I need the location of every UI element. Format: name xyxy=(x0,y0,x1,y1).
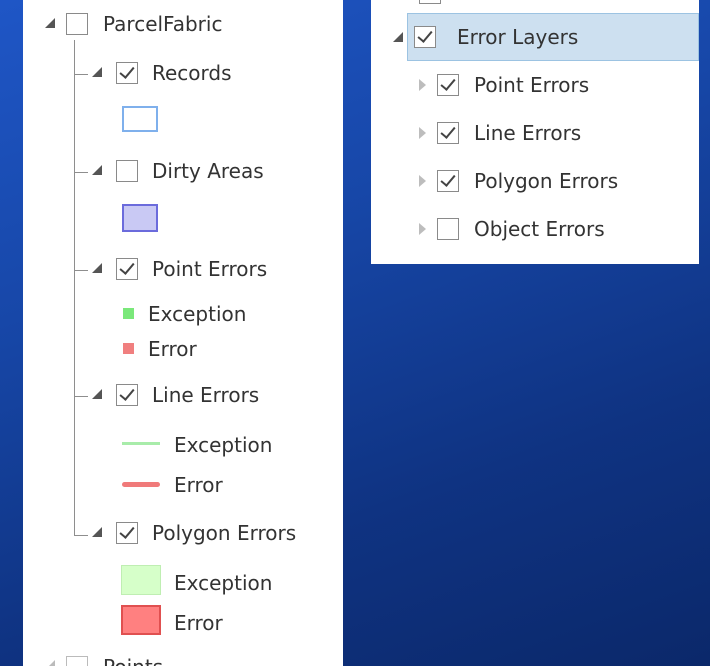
expand-arrow-icon[interactable] xyxy=(419,223,426,235)
collapse-arrow-icon[interactable] xyxy=(92,263,102,273)
collapse-arrow-icon[interactable] xyxy=(45,660,55,666)
point-errors-visibility-checkbox[interactable] xyxy=(116,258,138,280)
legend-label: Error xyxy=(148,337,197,361)
layer-label: Polygon Errors xyxy=(152,521,297,545)
layer-label: Points xyxy=(103,655,163,666)
tree-connector-vertical xyxy=(74,40,75,536)
line-stroke-symbol-icon xyxy=(122,482,160,487)
line-errors-visibility-checkbox[interactable] xyxy=(437,122,459,144)
polygon-fill-symbol-icon xyxy=(121,565,161,595)
parcelfabric-visibility-checkbox[interactable] xyxy=(66,13,88,35)
error-layers-visibility-checkbox[interactable] xyxy=(414,26,436,48)
layer-label: Polygon Errors xyxy=(474,169,619,193)
records-outline-symbol-icon xyxy=(122,106,158,132)
line-stroke-symbol-icon xyxy=(122,442,160,445)
expand-arrow-icon[interactable] xyxy=(419,79,426,91)
dirty-areas-fill-symbol-icon xyxy=(122,204,158,232)
collapse-arrow-icon[interactable] xyxy=(393,32,403,42)
collapse-arrow-icon[interactable] xyxy=(92,165,102,175)
tree-connector-branch xyxy=(74,270,88,271)
line-errors-visibility-checkbox[interactable] xyxy=(116,384,138,406)
polygon-errors-visibility-checkbox[interactable] xyxy=(116,522,138,544)
layer-label: Line Errors xyxy=(474,121,582,145)
layer-label: Point Errors xyxy=(152,257,268,281)
polygon-errors-visibility-checkbox[interactable] xyxy=(437,170,459,192)
collapse-arrow-icon[interactable] xyxy=(92,389,102,399)
dirty-areas-visibility-checkbox[interactable] xyxy=(116,160,138,182)
point-square-symbol-icon xyxy=(123,308,134,319)
scrolled-row-edge xyxy=(419,0,441,4)
layer-label: Dirty Areas xyxy=(152,159,264,183)
collapse-arrow-icon[interactable] xyxy=(92,67,102,77)
layer-label: Error Layers xyxy=(457,25,579,49)
polygon-fill-symbol-icon xyxy=(121,605,161,635)
expand-arrow-icon[interactable] xyxy=(419,127,426,139)
tree-connector-branch xyxy=(74,396,88,397)
legend-label: Error xyxy=(174,473,223,497)
point-square-symbol-icon xyxy=(123,343,134,354)
legend-label: Exception xyxy=(174,433,273,457)
points-visibility-checkbox[interactable] xyxy=(66,656,88,666)
object-errors-visibility-checkbox[interactable] xyxy=(437,218,459,240)
tree-connector-branch xyxy=(74,172,88,173)
legend-label: Error xyxy=(174,611,223,635)
collapse-arrow-icon[interactable] xyxy=(92,527,102,537)
layer-label: Line Errors xyxy=(152,383,260,407)
tree-connector-branch xyxy=(74,535,88,536)
expand-arrow-icon[interactable] xyxy=(419,175,426,187)
contents-pane-error-layers: Error Layers Point Errors Line Errors Po… xyxy=(371,0,699,264)
collapse-arrow-icon[interactable] xyxy=(45,18,55,28)
layer-label: Object Errors xyxy=(474,217,605,241)
point-errors-visibility-checkbox[interactable] xyxy=(437,74,459,96)
legend-label: Exception xyxy=(174,571,273,595)
records-visibility-checkbox[interactable] xyxy=(116,62,138,84)
layer-label: Point Errors xyxy=(474,73,590,97)
tree-connector-branch xyxy=(74,74,88,75)
layer-label: Records xyxy=(152,61,232,85)
legend-label: Exception xyxy=(148,302,247,326)
contents-pane-parcel-fabric: ParcelFabric Records Dirty Areas Point E… xyxy=(23,0,343,666)
layer-label: ParcelFabric xyxy=(103,12,223,36)
